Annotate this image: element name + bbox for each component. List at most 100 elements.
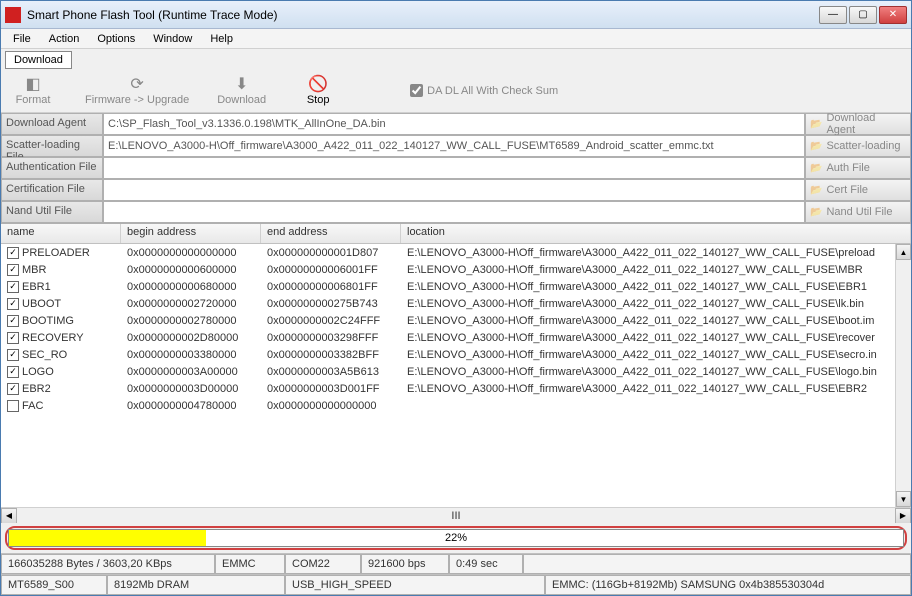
scroll-up-icon[interactable]: ▲ (896, 244, 911, 260)
row-name: LOGO (22, 366, 54, 378)
row-end: 0x00000000006801FF (261, 281, 401, 293)
da-input[interactable] (103, 113, 805, 135)
row-location: E:\LENOVO_A3000-H\Off_firmware\A3000_A42… (401, 298, 911, 310)
upgrade-button[interactable]: ⟳ Firmware -> Upgrade (85, 75, 189, 106)
col-end[interactable]: end address (261, 224, 401, 243)
upgrade-icon: ⟳ (128, 75, 146, 93)
status-time: 0:49 sec (449, 554, 523, 574)
status-row-1: 166035288 Bytes / 3603,20 KBps EMMC COM2… (1, 553, 911, 574)
auth-label: Authentication File (1, 157, 103, 179)
download-button[interactable]: ⬇ Download (217, 75, 266, 106)
menubar: File Action Options Window Help (1, 29, 911, 49)
menu-window[interactable]: Window (145, 31, 200, 47)
table-row[interactable]: UBOOT0x00000000027200000x000000000275B74… (1, 295, 911, 312)
scatter-browse-button[interactable]: Scatter-loading (805, 135, 911, 157)
row-name: FAC (22, 400, 43, 412)
status-baud: 921600 bps (361, 554, 449, 574)
auth-input[interactable] (103, 157, 805, 179)
row-begin: 0x0000000002720000 (121, 298, 261, 310)
row-checkbox[interactable] (7, 383, 19, 395)
row-end: 0x000000000275B743 (261, 298, 401, 310)
row-name: RECOVERY (22, 332, 84, 344)
table-row[interactable]: EBR10x00000000006800000x00000000006801FF… (1, 278, 911, 295)
toolbar: ◧ Format ⟳ Firmware -> Upgrade ⬇ Downloa… (1, 69, 911, 113)
da-browse-button[interactable]: Download Agent (805, 113, 911, 135)
row-checkbox[interactable] (7, 332, 19, 344)
format-label: Format (16, 94, 51, 106)
row-name: BOOTIMG (22, 315, 74, 327)
table-row[interactable]: LOGO0x0000000003A000000x0000000003A5B613… (1, 363, 911, 380)
app-icon (5, 7, 21, 23)
row-checkbox[interactable] (7, 247, 19, 259)
row-checkbox[interactable] (7, 349, 19, 361)
row-location: E:\LENOVO_A3000-H\Off_firmware\A3000_A42… (401, 383, 911, 395)
row-end: 0x000000000001D807 (261, 247, 401, 259)
close-button[interactable]: ✕ (879, 6, 907, 24)
row-begin: 0x0000000003A00000 (121, 366, 261, 378)
table-row[interactable]: FAC0x00000000047800000x0000000000000000 (1, 397, 911, 414)
maximize-button[interactable]: ▢ (849, 6, 877, 24)
row-checkbox[interactable] (7, 281, 19, 293)
format-icon: ◧ (24, 75, 42, 93)
col-begin[interactable]: begin address (121, 224, 261, 243)
progress-text: 22% (9, 530, 903, 546)
checksum-label: DA DL All With Check Sum (427, 85, 558, 97)
menu-options[interactable]: Options (89, 31, 143, 47)
row-checkbox[interactable] (7, 264, 19, 276)
row-location: E:\LENOVO_A3000-H\Off_firmware\A3000_A42… (401, 247, 911, 259)
cert-input[interactable] (103, 179, 805, 201)
table-row[interactable]: SEC_RO0x00000000033800000x0000000003382B… (1, 346, 911, 363)
col-name[interactable]: name (1, 224, 121, 243)
menu-file[interactable]: File (5, 31, 39, 47)
table-row[interactable]: MBR0x00000000006000000x00000000006001FFE… (1, 261, 911, 278)
scatter-input[interactable] (103, 135, 805, 157)
table-row[interactable]: EBR2 0x0000000003D000000x0000000003D001FF… (1, 380, 911, 397)
table-row[interactable]: RECOVERY0x0000000002D800000x000000000329… (1, 329, 911, 346)
nand-browse-button[interactable]: Nand Util File (805, 201, 911, 223)
row-end: 0x00000000006001FF (261, 264, 401, 276)
format-button[interactable]: ◧ Format (9, 75, 57, 106)
tab-download[interactable]: Download (5, 51, 72, 69)
row-end: 0x0000000003D001FF (261, 383, 401, 395)
table-row[interactable]: BOOTIMG0x00000000027800000x0000000002C24… (1, 312, 911, 329)
row-begin: 0x0000000003D00000 (121, 383, 261, 395)
menu-action[interactable]: Action (41, 31, 88, 47)
col-location[interactable]: location (401, 224, 911, 243)
status-chip: MT6589_S00 (1, 575, 107, 595)
titlebar: Smart Phone Flash Tool (Runtime Trace Mo… (1, 1, 911, 29)
vertical-scrollbar[interactable]: ▲ ▼ (895, 244, 911, 507)
download-label: Download (217, 94, 266, 106)
stop-button[interactable]: 🚫 Stop (294, 75, 342, 106)
row-checkbox[interactable] (7, 366, 19, 378)
horizontal-scrollbar[interactable]: ◀ III ▶ (1, 507, 911, 523)
menu-help[interactable]: Help (202, 31, 241, 47)
row-end: 0x0000000000000000 (261, 400, 401, 412)
table-row[interactable]: PRELOADER0x00000000000000000x00000000000… (1, 244, 911, 261)
auth-browse-button[interactable]: Auth File (805, 157, 911, 179)
cert-label: Certification File (1, 179, 103, 201)
checksum-checkbox[interactable]: DA DL All With Check Sum (410, 84, 558, 97)
hscroll-track[interactable]: III (17, 510, 895, 522)
minimize-button[interactable]: — (819, 6, 847, 24)
status-storage: EMMC (215, 554, 285, 574)
upgrade-label: Firmware -> Upgrade (85, 94, 189, 106)
row-end: 0x0000000003298FFF (261, 332, 401, 344)
scroll-left-icon[interactable]: ◀ (1, 508, 17, 524)
status-dram: 8192Mb DRAM (107, 575, 285, 595)
row-checkbox[interactable] (7, 315, 19, 327)
nand-input[interactable] (103, 201, 805, 223)
row-checkbox[interactable] (7, 298, 19, 310)
scroll-right-icon[interactable]: ▶ (895, 508, 911, 524)
nand-label: Nand Util File (1, 201, 103, 223)
row-checkbox[interactable] (7, 400, 19, 412)
row-end: 0x0000000003382BFF (261, 349, 401, 361)
download-icon: ⬇ (233, 75, 251, 93)
status-bytes: 166035288 Bytes / 3603,20 KBps (1, 554, 215, 574)
cert-browse-button[interactable]: Cert File (805, 179, 911, 201)
row-location: E:\LENOVO_A3000-H\Off_firmware\A3000_A42… (401, 332, 911, 344)
checksum-input[interactable] (410, 84, 423, 97)
status-emmc: EMMC: (116Gb+8192Mb) SAMSUNG 0x4b3855303… (545, 575, 911, 595)
row-location: E:\LENOVO_A3000-H\Off_firmware\A3000_A42… (401, 264, 911, 276)
row-name: EBR2 (22, 383, 51, 395)
scroll-down-icon[interactable]: ▼ (896, 491, 911, 507)
